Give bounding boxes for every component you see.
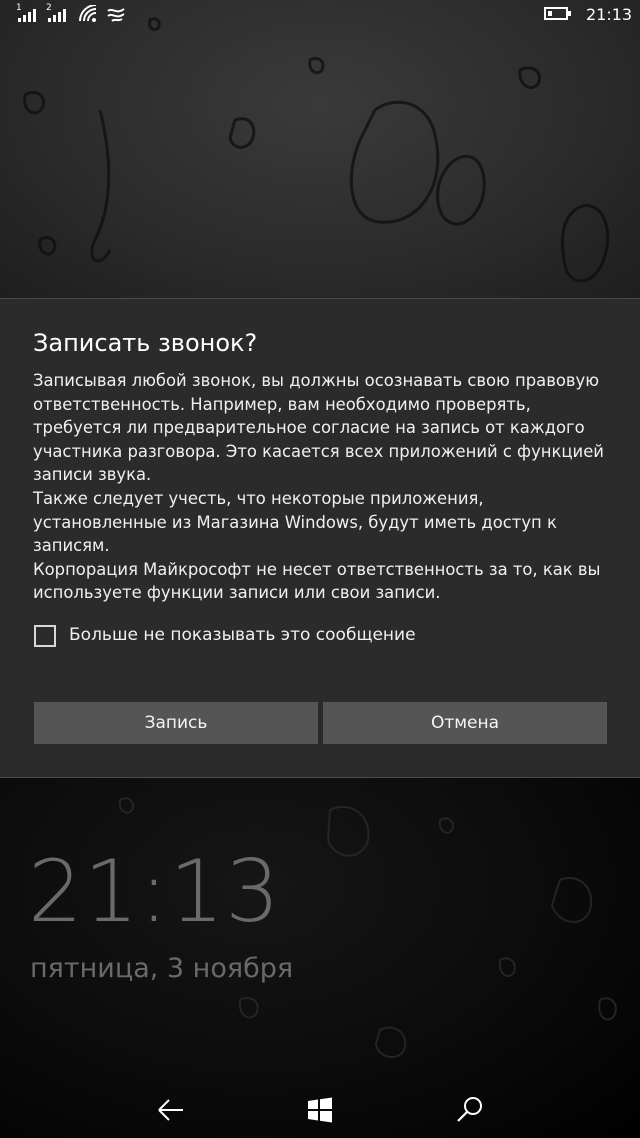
status-bar: 1 2 21:13 bbox=[0, 0, 640, 30]
checkbox-label[interactable]: Больше не показывать это сообщение bbox=[69, 625, 416, 645]
record-call-dialog: Записать звонок? Записывая любой звонок,… bbox=[0, 298, 640, 778]
lock-screen-time: 21:13 bbox=[28, 842, 281, 942]
status-time: 21:13 bbox=[586, 5, 633, 24]
wifi-icon bbox=[79, 5, 97, 22]
search-icon[interactable] bbox=[450, 1090, 490, 1130]
back-arrow-icon[interactable] bbox=[151, 1090, 191, 1130]
navigation-bar bbox=[0, 1080, 640, 1138]
record-button[interactable]: Запись bbox=[34, 702, 318, 744]
cancel-button[interactable]: Отмена bbox=[323, 702, 607, 744]
dialog-body: Записывая любой звонок, вы должны осозна… bbox=[33, 369, 613, 605]
dialog-paragraph: Корпорация Майкрософт не несет ответстве… bbox=[33, 559, 601, 603]
dialog-paragraph: Также следует учесть, что некоторые прил… bbox=[33, 488, 557, 556]
hotspot-icon bbox=[107, 8, 125, 22]
battery-icon bbox=[544, 7, 571, 20]
checkbox-box[interactable] bbox=[34, 625, 56, 647]
battery-level bbox=[548, 11, 552, 16]
lock-screen-date: пятница, 3 ноября bbox=[30, 953, 294, 984]
windows-logo-icon[interactable] bbox=[300, 1090, 340, 1130]
dialog-title: Записать звонок? bbox=[33, 329, 258, 357]
dialog-paragraph: Записывая любой звонок, вы должны осозна… bbox=[33, 371, 604, 485]
